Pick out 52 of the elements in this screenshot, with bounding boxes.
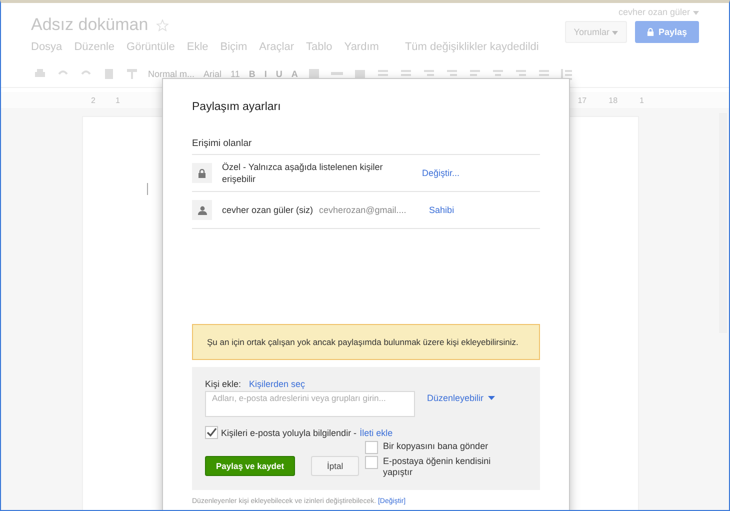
checkbox[interactable] [365,441,378,454]
star-icon[interactable] [156,18,170,32]
font-dropdown[interactable]: Arial [204,69,222,79]
ruler-number: 18 [608,96,618,104]
section-heading: Erişimi olanlar [192,138,253,149]
document-title[interactable]: Adsız doküman [31,15,148,35]
menu-item[interactable]: Görüntüle [126,41,175,53]
menu-item[interactable]: Ekle [186,41,208,53]
menu-item[interactable]: Dosya [31,41,62,53]
notice-banner: Şu an için ortak çalışan yok ancak paylaşımda bulunmak üzere kişi ekleyebilirsiniz. [192,324,540,360]
save-status: Tüm değişiklikler kaydedildi [404,41,539,53]
lock-icon [198,168,206,178]
size-dropdown[interactable]: 11 [230,69,240,79]
person-name: cevher ozan güler (siz) [222,205,314,215]
checkbox[interactable] [205,426,218,439]
person-icon [198,206,206,214]
ruler-number: 1 [115,96,120,104]
people-input[interactable]: Adları, e-posta adreslerini veya grupları girin... [205,391,415,417]
caret-icon [612,31,618,35]
permission-dropdown[interactable]: Düzenleyebilir [427,393,495,403]
visibility-text: Özel - Yalnızca aşağıda listelenen kişiler erişebilir [222,161,384,185]
caret-icon [488,396,495,400]
dialog-title: Paylaşım ayarları [192,101,282,113]
share-save-button[interactable]: Paylaş ve kaydet [205,456,296,476]
comments-button[interactable]: Yorumlar [564,21,628,43]
ruler-number: 17 [578,96,587,104]
caret-icon [693,11,699,15]
field-label: Kişi ekle: [205,379,242,389]
menu-item[interactable]: Biçim [220,41,248,53]
format-toggle[interactable]: A [291,69,298,79]
contacts-link[interactable]: Kişilerden seç [249,379,306,389]
menu-item[interactable]: Yardım [344,41,379,53]
ruler-number: 2 [91,96,96,104]
style-dropdown[interactable]: Normal m... [148,69,195,79]
notify-label: Kişileri e-posta yoluyla bilgilendir - [221,428,357,438]
share-button[interactable]: Paylaş [635,21,699,43]
option-label: E-postaya öğenin kendisini yapıştır [383,456,492,478]
checkbox[interactable] [365,456,378,469]
ruler-number: 1 [640,96,644,104]
cancel-button[interactable]: İptal [311,456,360,476]
menu-item[interactable]: Düzenle [74,41,115,53]
format-toggle[interactable]: B [248,69,256,79]
change-link[interactable]: Değiştir... [422,168,460,178]
menu-item[interactable]: Tablo [306,41,332,53]
format-toggle[interactable]: I [264,69,267,79]
role-link[interactable]: Sahibi [429,205,454,215]
add-message-link[interactable]: İleti ekle [360,428,393,438]
lock-icon [647,28,654,36]
person-email: cevherozan@gmail.... [319,205,408,215]
format-toggle[interactable]: U [276,69,282,79]
menu-item[interactable]: Araçlar [259,41,294,53]
option-label: Bir kopyasını bana gönder [383,441,488,452]
